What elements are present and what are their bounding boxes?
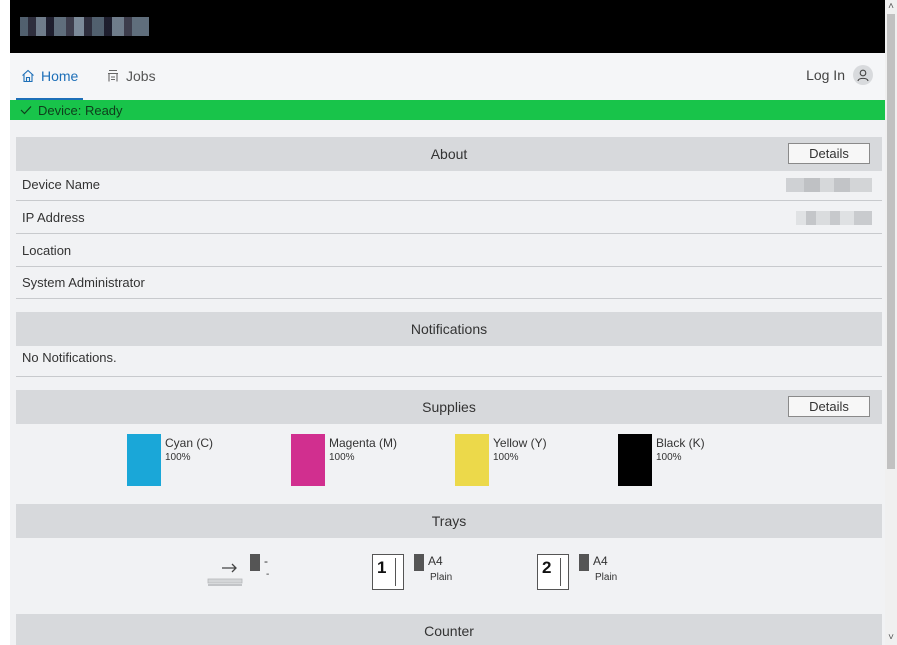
tab-home[interactable]: Home (16, 53, 84, 100)
login-label: Log In (806, 67, 845, 83)
nav-bar: Home Jobs Log In (10, 53, 885, 100)
home-icon (22, 69, 34, 82)
supply-name: Magenta (M) (329, 436, 398, 450)
tray-2-number: 2 (542, 558, 552, 577)
bypass-tray-icon (207, 563, 243, 586)
tab-home-label: Home (41, 67, 79, 84)
check-icon (20, 106, 32, 115)
notifications-header: Notifications (16, 312, 882, 346)
about-row-system-administrator: System Administrator (16, 267, 882, 299)
tray-indicator (579, 554, 589, 571)
status-bar: Device: Ready (10, 100, 885, 120)
supply-name: Black (K) (656, 436, 705, 450)
tray-size: A4 (428, 554, 443, 568)
about-row-location: Location (16, 235, 882, 267)
login-button[interactable]: Log In (806, 65, 873, 85)
supply-level: 100% (656, 452, 682, 463)
tray-size: - (264, 554, 268, 568)
black-toner-swatch (618, 434, 652, 486)
notifications-title: Notifications (410, 321, 488, 337)
page: Home Jobs Log In Device: Ready About Det… (0, 0, 885, 645)
about-details-button[interactable]: Details (788, 143, 870, 164)
redacted-value (786, 178, 872, 192)
main-content: About Details Device Name IP Address Loc… (10, 120, 885, 645)
location-label: Location (22, 243, 72, 258)
device-name-label: Device Name (22, 177, 101, 192)
ip-address-label: IP Address (22, 210, 85, 225)
supply-level: 100% (493, 452, 519, 463)
top-bar (10, 0, 885, 53)
supplies-title: Supplies (422, 399, 476, 415)
counter-title: Counter (424, 623, 474, 639)
trays-header: Trays (16, 504, 882, 538)
tray-indicator (250, 554, 260, 571)
supply-level: 100% (165, 452, 191, 463)
about-title: About (430, 146, 468, 162)
tab-jobs[interactable]: Jobs (106, 53, 156, 98)
cyan-toner-swatch (127, 434, 161, 486)
scroll-thumb[interactable] (887, 14, 895, 469)
tray-bypass: - - (206, 552, 296, 592)
supply-level: 100% (329, 452, 355, 463)
supplies-header: Supplies Details (16, 390, 882, 424)
system-administrator-label: System Administrator (22, 275, 145, 290)
status-text: Device: Ready (38, 102, 123, 118)
notifications-empty-text: No Notifications. (22, 350, 117, 365)
tray-2-icon: 2 (537, 554, 569, 590)
scroll-up-icon[interactable]: ˄ (885, 0, 897, 14)
about-row-device-name: Device Name (16, 169, 882, 201)
redacted-value (796, 211, 872, 225)
tray-size: A4 (593, 554, 608, 568)
user-icon (853, 65, 873, 85)
tray-type: Plain (430, 572, 453, 583)
magenta-toner-swatch (291, 434, 325, 486)
supplies-details-button[interactable]: Details (788, 396, 870, 417)
device-logo (20, 17, 149, 36)
tray-type: - (266, 569, 270, 580)
tab-jobs-label: Jobs (126, 67, 156, 84)
supply-name: Cyan (C) (165, 436, 214, 450)
scroll-down-icon[interactable]: ˅ (885, 631, 897, 645)
tray-1-icon: 1 (372, 554, 404, 590)
about-row-ip-address: IP Address (16, 202, 882, 234)
tray-type: Plain (595, 572, 618, 583)
counter-header: Counter (16, 614, 882, 645)
divider (16, 376, 882, 377)
tray-1: 1 A4 Plain (372, 552, 472, 592)
supply-name: Yellow (Y) (493, 436, 547, 450)
tray-1-number: 1 (377, 558, 387, 577)
vertical-scrollbar[interactable]: ˄ ˅ (885, 0, 897, 645)
trays-title: Trays (431, 513, 467, 529)
tray-indicator (414, 554, 424, 571)
printer-icon (108, 69, 118, 81)
tray-2: 2 A4 Plain (537, 552, 637, 592)
yellow-toner-swatch (455, 434, 489, 486)
about-header: About Details (16, 137, 882, 171)
